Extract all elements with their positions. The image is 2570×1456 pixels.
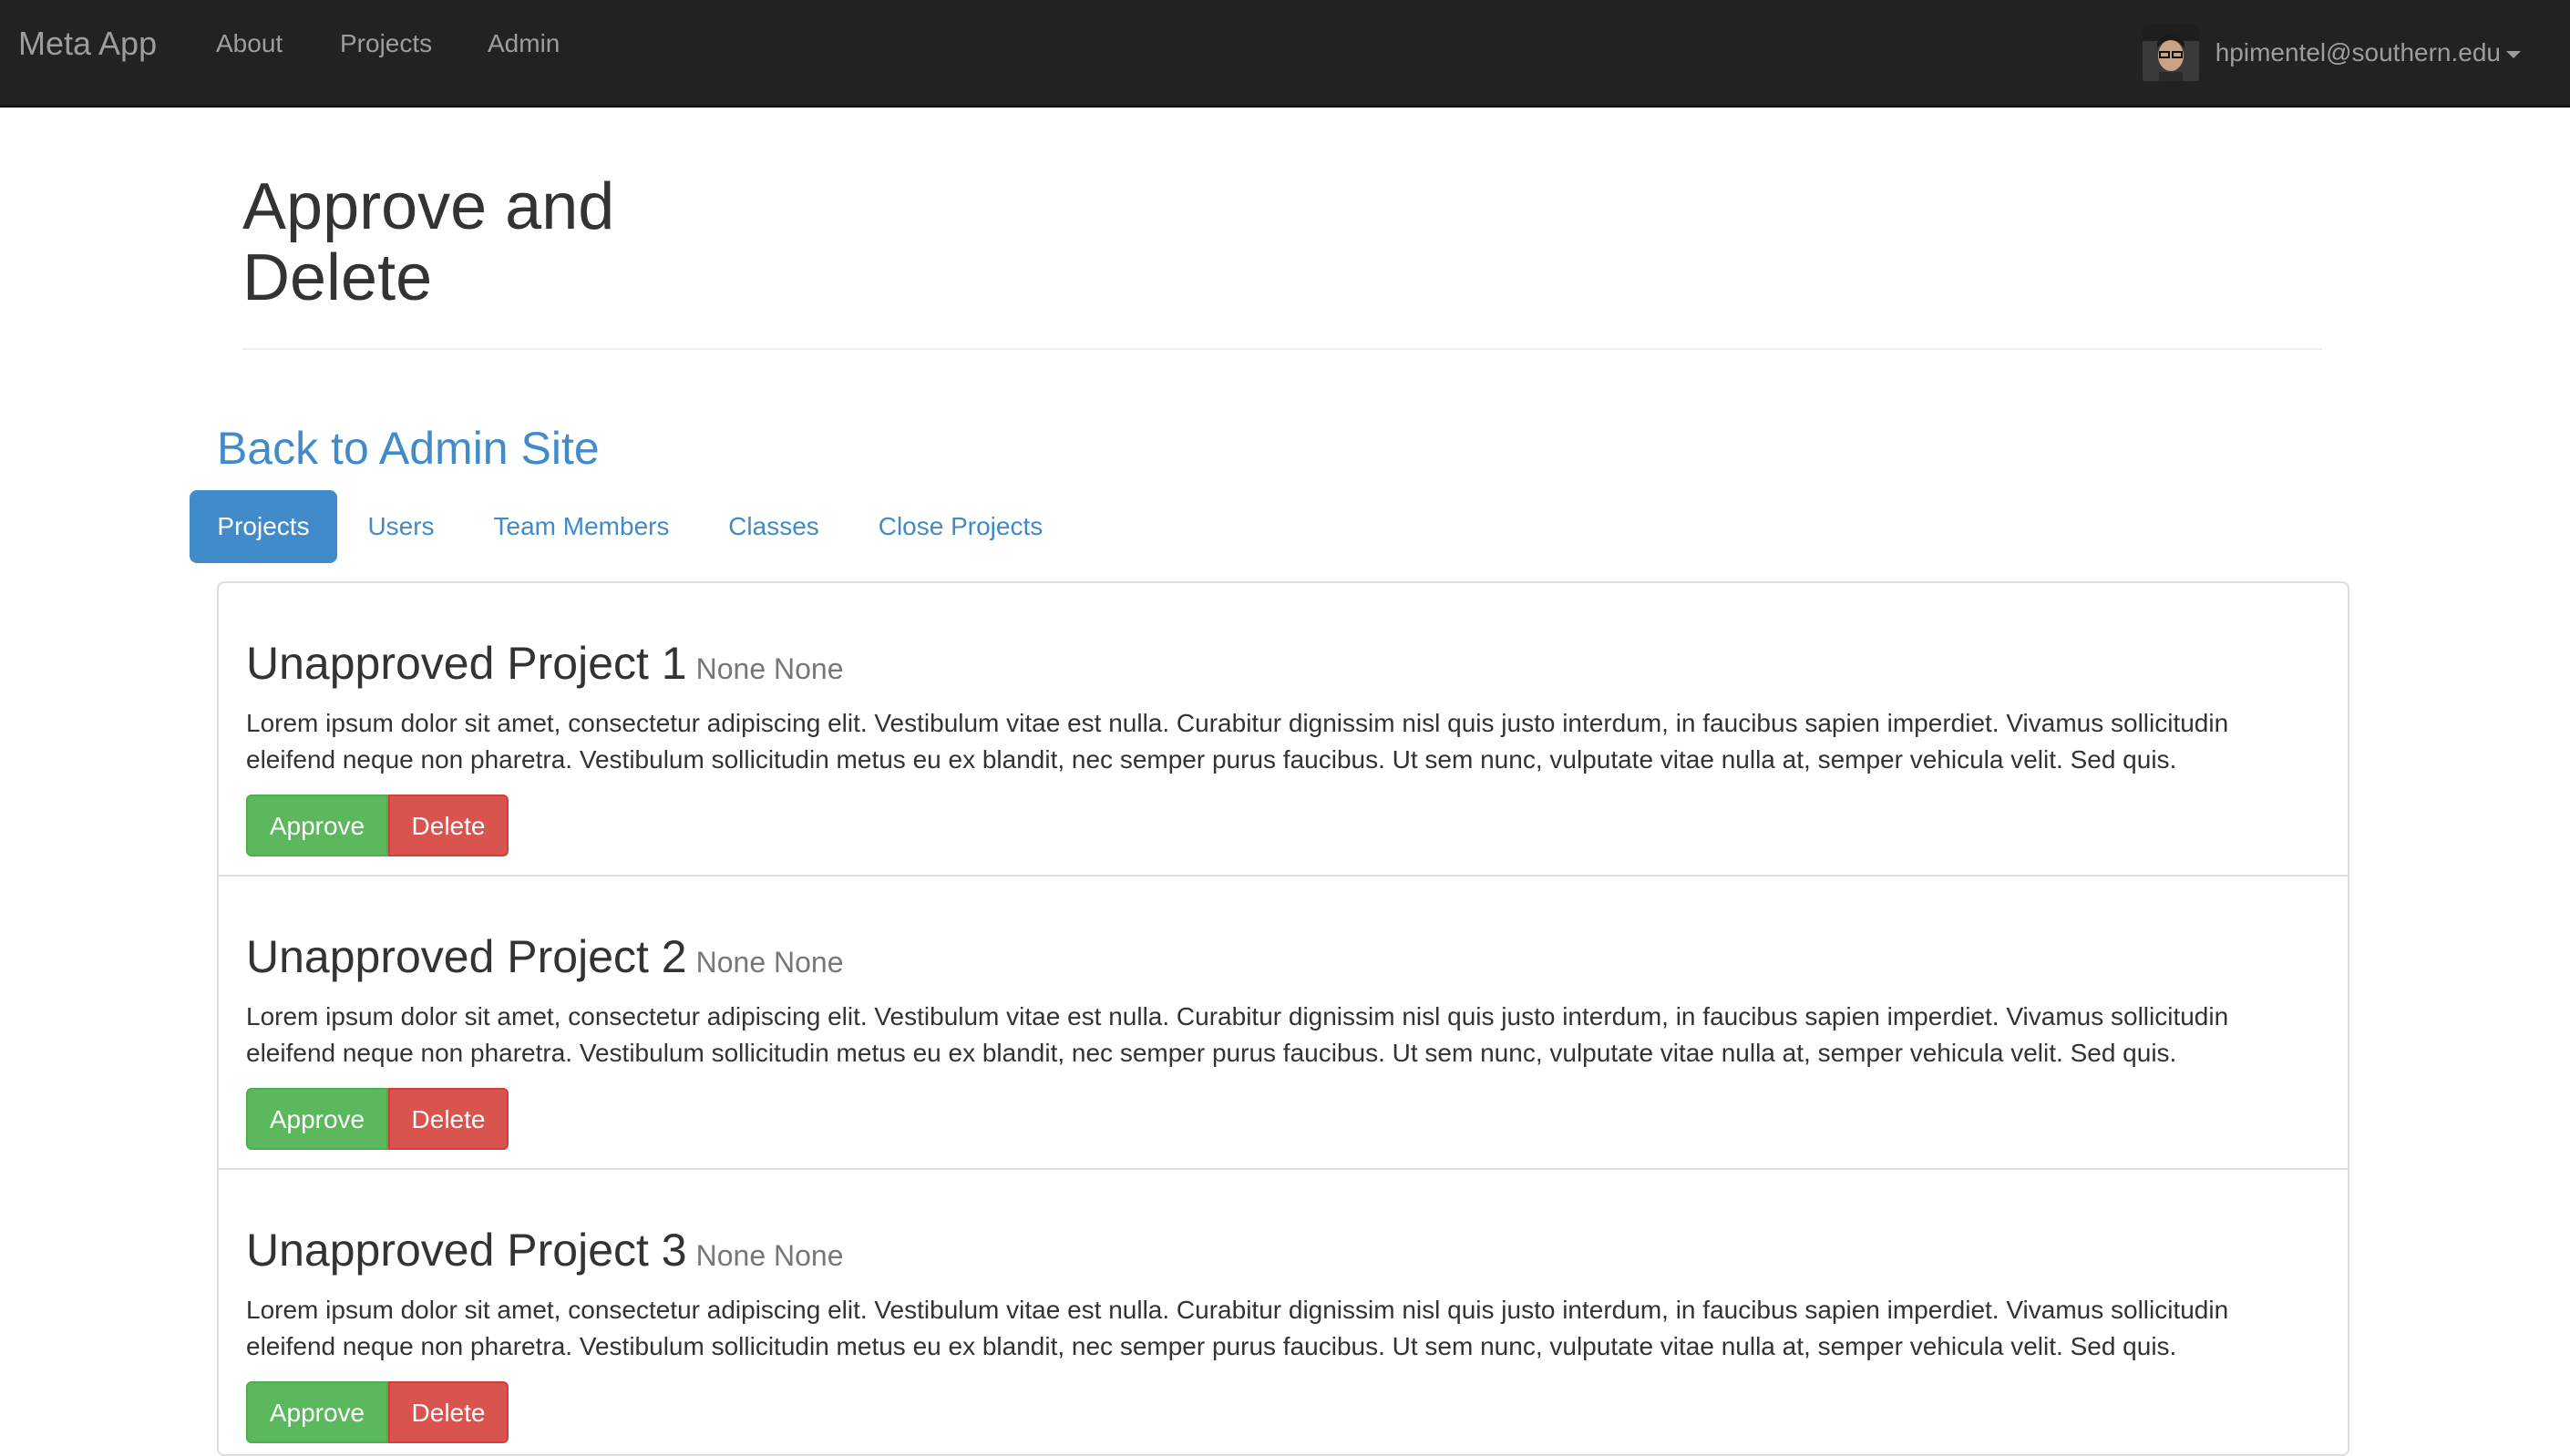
user-menu-dropdown[interactable]: hpimentel@southern.edu bbox=[2142, 24, 2521, 82]
project-meta: None None bbox=[695, 1239, 844, 1272]
approve-button[interactable]: Approve bbox=[246, 1088, 388, 1150]
tab-classes[interactable]: Classes bbox=[711, 490, 837, 563]
project-meta: None None bbox=[695, 946, 844, 979]
nav-link-admin[interactable]: Admin bbox=[488, 26, 560, 62]
project-description: Lorem ipsum dolor sit amet, consectetur … bbox=[246, 1002, 2229, 1067]
action-button-group: Approve Delete bbox=[246, 1381, 509, 1443]
tab-team-members[interactable]: Team Members bbox=[478, 490, 685, 563]
tab-close-projects[interactable]: Close Projects bbox=[862, 490, 1059, 563]
delete-button[interactable]: Delete bbox=[388, 1088, 509, 1150]
project-description: Lorem ipsum dolor sit amet, consectetur … bbox=[246, 709, 2229, 774]
nav-link-about[interactable]: About bbox=[216, 26, 283, 62]
project-description: Lorem ipsum dolor sit amet, consectetur … bbox=[246, 1296, 2229, 1360]
brand-link[interactable]: Meta App bbox=[18, 20, 157, 67]
nav-link-projects[interactable]: Projects bbox=[340, 26, 432, 62]
tab-users[interactable]: Users bbox=[350, 490, 452, 563]
avatar bbox=[2142, 25, 2199, 81]
list-item: Unapproved Project 3 None None Lorem ipsu… bbox=[219, 1170, 2348, 1454]
project-title-text: Unapproved Project 2 bbox=[246, 931, 687, 982]
project-title-text: Unapproved Project 1 bbox=[246, 638, 687, 689]
project-title: Unapproved Project 1 None None bbox=[246, 636, 844, 696]
list-item: Unapproved Project 2 None None Lorem ipsu… bbox=[219, 877, 2348, 1170]
project-title-text: Unapproved Project 3 bbox=[246, 1225, 687, 1276]
action-button-group: Approve Delete bbox=[246, 1088, 509, 1150]
project-title: Unapproved Project 3 None None bbox=[246, 1223, 844, 1283]
back-to-admin-link[interactable]: Back to Admin Site bbox=[217, 419, 600, 477]
project-list: Unapproved Project 1 None None Lorem ipsu… bbox=[217, 581, 2349, 1456]
project-meta: None None bbox=[695, 652, 844, 685]
delete-button[interactable]: Delete bbox=[388, 1381, 509, 1443]
caret-down-icon bbox=[2506, 51, 2521, 58]
delete-button[interactable]: Delete bbox=[388, 795, 509, 856]
approve-button[interactable]: Approve bbox=[246, 1381, 388, 1443]
list-item: Unapproved Project 1 None None Lorem ipsu… bbox=[219, 583, 2348, 877]
page-title: Approve and Delete bbox=[242, 170, 615, 314]
user-email: hpimentel@southern.edu bbox=[2215, 38, 2501, 67]
action-button-group: Approve Delete bbox=[246, 795, 509, 856]
tab-projects[interactable]: Projects bbox=[190, 490, 337, 563]
project-title: Unapproved Project 2 None None bbox=[246, 929, 844, 989]
header-divider bbox=[242, 348, 2322, 350]
approve-button[interactable]: Approve bbox=[246, 795, 388, 856]
top-navbar: Meta App About Projects Admin hpimentel@… bbox=[0, 0, 2570, 108]
